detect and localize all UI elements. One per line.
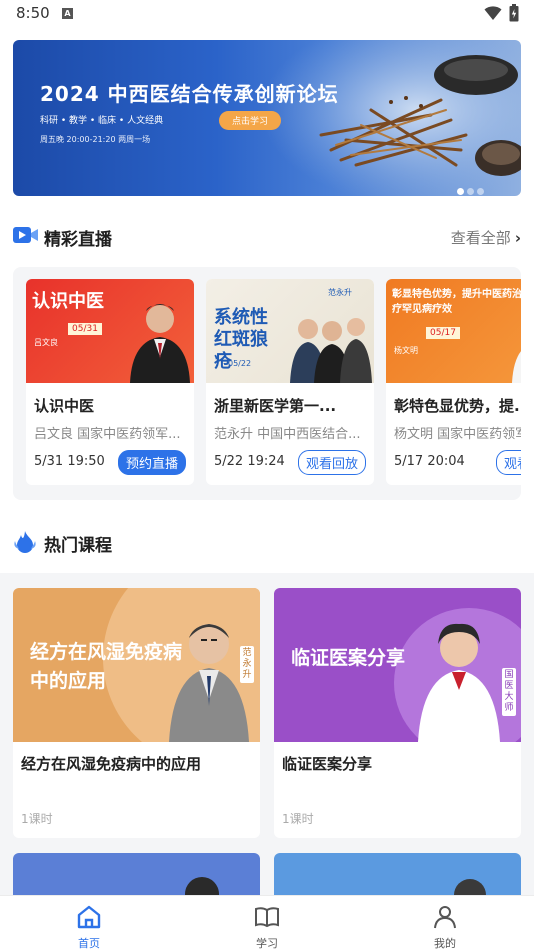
course-tag: 国医大师 (502, 668, 516, 716)
banner-pagination (454, 180, 484, 196)
view-all-label: 查看全部 (450, 229, 511, 247)
course-card[interactable]: 经方在风湿免疫病中的应用 范永升 经方在风湿免疫病中的应用 1课时 (13, 588, 260, 838)
course-section-header: 热门课程 (13, 528, 521, 556)
course-lessons: 1课时 (21, 812, 53, 826)
thumb-date: 05/22 (228, 359, 252, 368)
live-lecturer: 吕文良 国家中医药领军... (34, 427, 181, 442)
tab-label: 学习 (256, 937, 278, 950)
watch-replay-button[interactable]: 观看回放 (495, 450, 521, 475)
battery-icon (509, 4, 519, 22)
course-thumbnail: 临证医案分享 国医大师 (274, 588, 521, 742)
thumb-title: 认识中医 (32, 291, 104, 312)
course-card-partial[interactable] (13, 853, 260, 895)
herbal-medicine-illustration (261, 40, 521, 196)
home-icon (77, 905, 101, 929)
live-card[interactable]: 彰显特色优势，提升中医药治疗罕见病疗效 05/17 杨文明 彰特色显优势，提..… (386, 279, 521, 485)
person-icon (434, 906, 456, 929)
lecturer-portrait (418, 623, 500, 742)
course-section-title: 热门课程 (44, 536, 112, 556)
live-card[interactable]: 系统性红斑狼疮 05/22 范永升 浙里新医学第一... 范永升 中国中西医结合… (206, 279, 374, 485)
course-thumbnail: 经方在风湿免疫病中的应用 范永升 (13, 588, 260, 742)
course-lessons: 1课时 (282, 812, 314, 826)
book-live-button[interactable]: 预约直播 (117, 450, 186, 475)
wifi-icon (484, 6, 502, 20)
live-title: 彰特色显优势，提... (394, 397, 521, 415)
course-tag: 范永升 (240, 646, 254, 683)
forum-banner[interactable]: 2024 中西医结合传承创新论坛 科研 • 教学 • 临床 • 人文经典 周五晚… (13, 40, 521, 196)
live-section-title: 精彩直播 (44, 230, 112, 250)
live-lecturer: 杨文明 国家中医药领军 (394, 427, 521, 442)
live-lecturer: 范永升 中国中西医结合... (214, 427, 361, 442)
live-thumbnail: 彰显特色优势，提升中医药治疗罕见病疗效 05/17 杨文明 (386, 279, 521, 383)
watch-replay-button[interactable]: 观看回放 (297, 450, 366, 475)
thumb-title: 彰显特色优势，提升中医药治疗罕见病疗效 (392, 289, 521, 315)
live-video-icon (13, 227, 38, 243)
live-card[interactable]: 认识中医 05/31 吕文良 认识中医 吕文良 国家中医药领军... 5/31 … (26, 279, 194, 485)
status-bar: 8:50 A (0, 0, 534, 28)
thumb-date: 05/31 (68, 323, 102, 335)
thumb-name: 吕文良 (34, 338, 58, 347)
live-thumbnail: 系统性红斑狼疮 05/22 范永升 (206, 279, 374, 383)
course-title: 临证医案分享 (282, 755, 373, 773)
banner-title: 2024 中西医结合传承创新论坛 (40, 82, 339, 106)
doctor-portrait (512, 351, 521, 383)
view-all-link[interactable]: 查看全部 › (451, 227, 521, 248)
banner-dot (467, 188, 474, 195)
banner-schedule: 周五晚 20:00-21:20 两周一场 (40, 135, 151, 144)
live-card-list[interactable]: 认识中医 05/31 吕文良 认识中医 吕文良 国家中医药领军... 5/31 … (13, 267, 521, 500)
live-section-header: 精彩直播 查看全部 › (13, 222, 521, 250)
top-area: 2024 中西医结合传承创新论坛 科研 • 教学 • 临床 • 人文经典 周五晚… (0, 28, 534, 573)
banner-tags: 科研 • 教学 • 临床 • 人文经典 (40, 116, 164, 126)
tab-study[interactable]: 学习 (217, 896, 317, 950)
thumb-date: 05/17 (426, 327, 460, 339)
banner-learn-button[interactable]: 点击学习 (219, 111, 282, 130)
flame-icon (14, 531, 36, 553)
tab-label: 我的 (434, 937, 456, 950)
course-card[interactable]: 临证医案分享 国医大师 临证医案分享 1课时 (274, 588, 521, 838)
live-date: 5/22 19:24 (214, 454, 285, 469)
tab-label: 首页 (78, 937, 100, 950)
live-title: 浙里新医学第一... (214, 397, 337, 415)
course-title: 经方在风湿免疫病中的应用 (21, 755, 202, 773)
course-card-partial[interactable] (274, 853, 521, 895)
tab-profile[interactable]: 我的 (395, 896, 495, 950)
thumb-name: 杨文明 (394, 346, 418, 355)
course-list[interactable]: 经方在风湿免疫病中的应用 范永升 经方在风湿免疫病中的应用 1课时 临证医案分享 (0, 573, 534, 895)
book-icon (255, 907, 279, 928)
live-thumbnail: 认识中医 05/31 吕文良 (26, 279, 194, 383)
chevron-right-icon: › (514, 229, 521, 247)
doctors-group (290, 318, 372, 383)
live-title: 认识中医 (34, 397, 95, 415)
live-date: 5/31 19:50 (34, 454, 105, 469)
status-time: 8:50 (16, 4, 50, 22)
tab-home[interactable]: 首页 (39, 896, 139, 950)
notification-icon: A (62, 8, 73, 19)
lecturer-head (185, 877, 219, 895)
doctor-portrait (130, 304, 190, 383)
lecturer-head (454, 879, 486, 895)
live-date: 5/17 20:04 (394, 454, 465, 469)
thumb-name: 范永升 (328, 288, 352, 297)
bottom-tab-bar: 首页 学习 我的 (0, 895, 534, 950)
banner-dot-active (457, 188, 464, 195)
banner-dot (477, 188, 484, 195)
course-thumb-title: 临证医案分享 (291, 647, 406, 669)
